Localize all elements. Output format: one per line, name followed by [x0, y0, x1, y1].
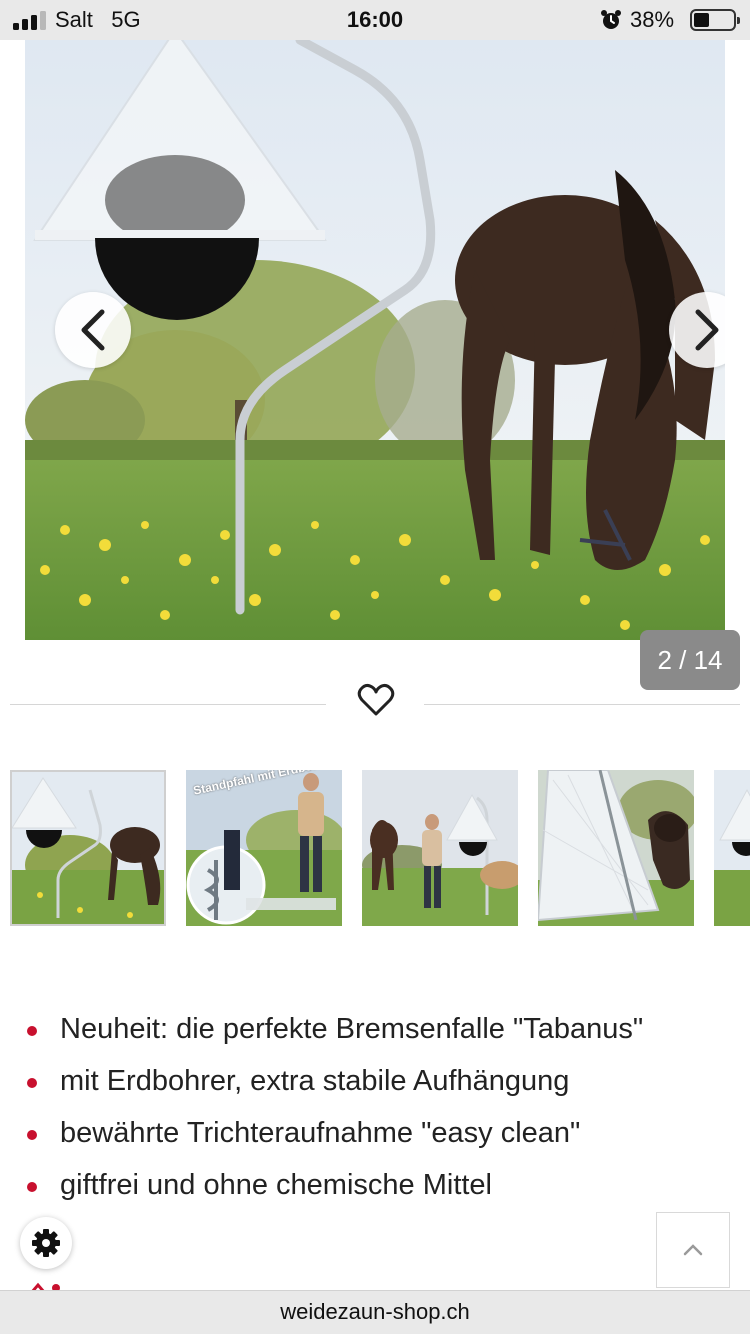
- thumbnail-5[interactable]: [714, 770, 750, 926]
- chevron-up-icon: [683, 1244, 703, 1256]
- browser-url-bar[interactable]: weidezaun-shop.ch: [0, 1290, 750, 1334]
- chevron-right-icon: [695, 309, 719, 351]
- thumbnail-2[interactable]: Standpfahl mit Erdbohrer!: [186, 770, 342, 926]
- divider: [424, 704, 740, 705]
- feature-item: Neuheit: die perfekte Bremsenfalle "Taba…: [24, 1008, 724, 1060]
- cookie-settings-button[interactable]: [20, 1217, 72, 1269]
- battery-percent: 38%: [630, 7, 675, 32]
- alarm-icon: [601, 10, 621, 29]
- thumbnail-1[interactable]: [10, 770, 166, 926]
- chevron-left-icon: [81, 309, 105, 351]
- feature-list: Neuheit: die perfekte Bremsenfalle "Taba…: [24, 1008, 724, 1216]
- favorite-heart-icon[interactable]: [356, 680, 396, 720]
- thumbnail-3[interactable]: [362, 770, 518, 926]
- feature-item: mit Erdbohrer, extra stabile Aufhängung: [24, 1060, 724, 1112]
- hero-photo: [25, 40, 725, 640]
- thumbnail-strip[interactable]: Standpfahl mit Erdbohrer!: [10, 770, 750, 926]
- thumbnail-4[interactable]: [538, 770, 694, 926]
- gallery-counter: 2 / 14: [640, 630, 740, 690]
- feature-item: bewährte Trichteraufnahme "easy clean": [24, 1112, 724, 1164]
- gallery-prev-button[interactable]: [55, 292, 131, 368]
- gear-icon: [32, 1229, 60, 1257]
- feature-item: giftfrei und ohne chemische Mittel: [24, 1164, 724, 1216]
- product-hero-image[interactable]: [25, 40, 725, 640]
- scroll-to-top-button[interactable]: [656, 1212, 730, 1288]
- status-bar: Salt 5G 16:00 38%: [0, 0, 750, 40]
- battery-icon: [690, 9, 740, 31]
- divider: [10, 704, 326, 705]
